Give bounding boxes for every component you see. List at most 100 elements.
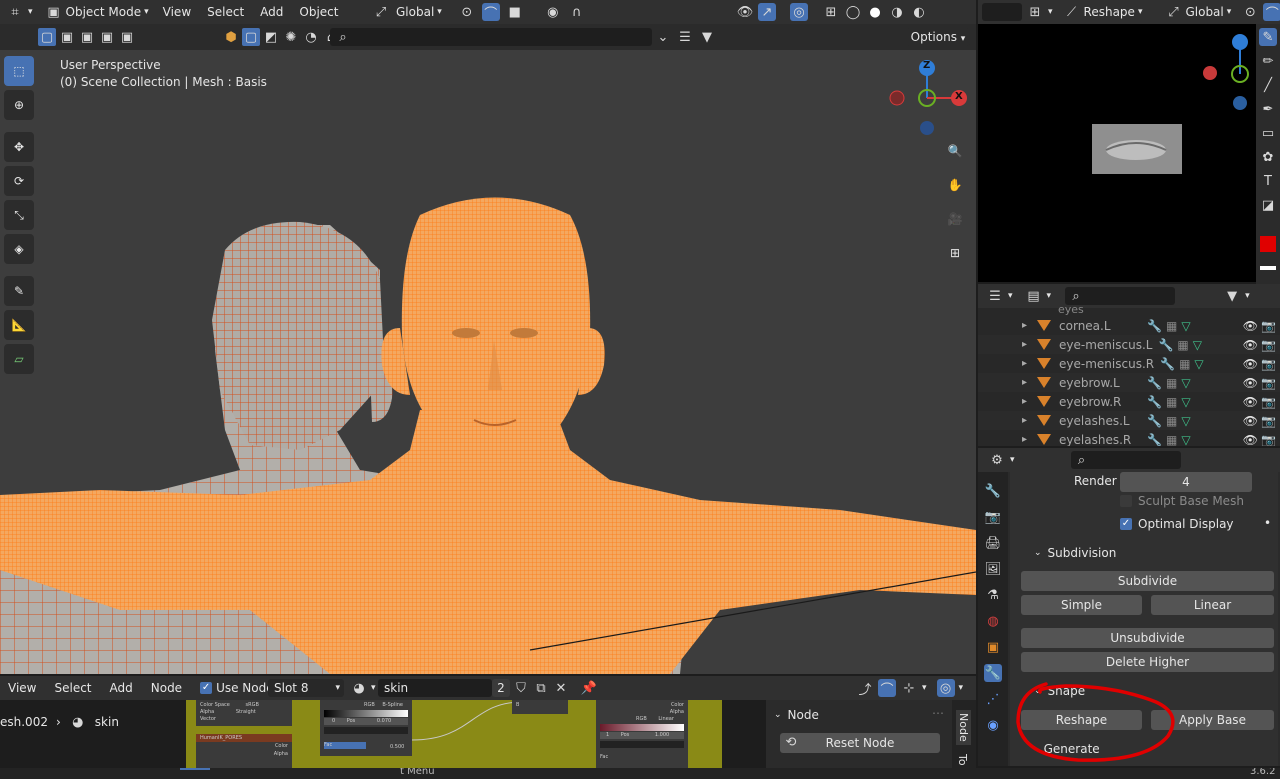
menu-select[interactable]: Select bbox=[207, 5, 244, 19]
pencil-icon[interactable]: ✎ bbox=[1259, 28, 1277, 46]
image-texture-node[interactable]: Color Space sRGB Alpha Straight Vector bbox=[196, 700, 292, 726]
material-browse-icon[interactable]: ◕ bbox=[350, 679, 368, 697]
shading-solid-icon[interactable]: ● bbox=[866, 3, 884, 21]
view-layer-tab-icon[interactable]: 🖼 bbox=[984, 560, 1002, 578]
properties-search-input[interactable]: ⌕ bbox=[1070, 451, 1181, 469]
pen-icon[interactable]: ✒ bbox=[1259, 100, 1277, 118]
node-snap-icon[interactable]: ⌒ bbox=[878, 679, 896, 698]
eye-icon[interactable]: 👁 bbox=[1243, 376, 1258, 390]
pan-hand-icon[interactable]: ✋ bbox=[940, 170, 970, 200]
3d-viewport[interactable]: User Perspective (0) Scene Collection | … bbox=[0, 50, 976, 674]
select-extend-icon[interactable]: ▣ bbox=[58, 28, 76, 46]
select-invert-icon[interactable]: ▣ bbox=[98, 28, 116, 46]
orientation-dropdown[interactable]: Global ▾ bbox=[396, 5, 442, 19]
rotate-icon[interactable]: ⟳ bbox=[4, 166, 34, 196]
visibility-icon[interactable]: 👁 bbox=[736, 3, 754, 21]
eye-icon[interactable]: 👁 bbox=[1243, 414, 1258, 428]
tool-tab-icon[interactable]: 🔧 bbox=[984, 482, 1002, 500]
face-filter-icon[interactable]: ◩ bbox=[262, 28, 280, 46]
node-menu-select[interactable]: Select bbox=[54, 681, 91, 695]
outliner-item[interactable]: ▸ eyelashes.L 🔧 ▦ ▽ 👁 📷 bbox=[978, 411, 1280, 430]
eye-icon[interactable]: 👁 bbox=[1243, 433, 1258, 447]
reshape-dropdown[interactable]: ⟋ Reshape ▾ bbox=[1063, 3, 1143, 21]
proportional-icon[interactable]: ◉ bbox=[544, 3, 562, 21]
breadcrumb-mesh[interactable]: esh.002 bbox=[0, 715, 48, 729]
chevron-right-icon[interactable]: ▸ bbox=[1022, 415, 1027, 426]
render-tab-icon[interactable]: 📷 bbox=[984, 508, 1002, 526]
scale-icon[interactable]: ⤡ bbox=[4, 200, 34, 230]
grid-toggle-icon[interactable]: ⊞ bbox=[1026, 3, 1044, 21]
mesh-filter-icon[interactable]: ▢ bbox=[242, 28, 260, 46]
select-box-icon[interactable]: ⬚ bbox=[4, 56, 34, 86]
breadcrumb-material[interactable]: skin bbox=[95, 715, 119, 729]
select-intersect-icon[interactable]: ▣ bbox=[118, 28, 136, 46]
math-node[interactable]: B bbox=[512, 700, 568, 714]
snap-icon[interactable]: ⌒ bbox=[1263, 3, 1280, 22]
outliner-item[interactable]: ▸ eyebrow.L 🔧 ▦ ▽ 👁 📷 bbox=[978, 373, 1280, 392]
color-swatch-red[interactable] bbox=[1260, 236, 1276, 252]
snap-target-icon[interactable]: ■ bbox=[506, 3, 524, 21]
blob-icon[interactable]: ✿ bbox=[1259, 148, 1277, 166]
chevron-right-icon[interactable]: ▸ bbox=[1022, 377, 1027, 388]
display-mode-icon[interactable]: ▤ bbox=[1025, 287, 1043, 305]
eye-icon[interactable]: 👁 bbox=[1243, 338, 1258, 352]
filter-icon[interactable]: ▼ bbox=[698, 28, 716, 46]
viewport-search-input[interactable]: ⌕ bbox=[330, 28, 652, 46]
outliner-type-icon[interactable]: ☰ bbox=[986, 287, 1004, 305]
falloff-icon[interactable]: ∩ bbox=[568, 3, 586, 21]
eye-icon[interactable]: 👁 bbox=[1243, 395, 1258, 409]
snap-icon[interactable]: ⌒ bbox=[481, 3, 500, 22]
gizmo-toggle-icon[interactable]: ↗ bbox=[758, 3, 776, 21]
menu-object[interactable]: Object bbox=[299, 5, 338, 19]
chevron-down-icon[interactable]: ⌄ bbox=[774, 710, 782, 720]
text-icon[interactable]: T bbox=[1259, 172, 1277, 190]
sort-icon[interactable]: ⌄ bbox=[654, 28, 672, 46]
select-new-icon[interactable]: ▢ bbox=[38, 28, 56, 46]
options-button[interactable]: Options ▾ bbox=[906, 28, 970, 46]
eye-icon[interactable]: 👁 bbox=[1243, 357, 1258, 371]
right-header-blank-field[interactable] bbox=[982, 3, 1022, 21]
node-menu-add[interactable]: Add bbox=[110, 681, 133, 695]
color-swatch-white[interactable] bbox=[1260, 266, 1276, 270]
node-canvas[interactable]: esh.002 › ◕ skin Color Space sRGB Alpha … bbox=[0, 700, 976, 768]
output-tab-icon[interactable]: 🖨 bbox=[984, 534, 1002, 552]
duplicate-icon[interactable]: ⧉ bbox=[532, 679, 550, 697]
grid-icon[interactable]: ⊞ bbox=[940, 238, 970, 268]
properties-type-icon[interactable]: ⚙ bbox=[988, 451, 1006, 469]
menu-view[interactable]: View bbox=[163, 5, 191, 19]
node-menu-view[interactable]: View bbox=[8, 681, 36, 695]
filter-icon[interactable]: ▼ bbox=[1223, 287, 1241, 305]
node-overlay-icon[interactable]: ◎ bbox=[936, 679, 955, 697]
color-ramp-node-2[interactable]: Color Alpha RGB Linear 1 Pos 1.000 Fac bbox=[596, 700, 688, 768]
annotate-icon[interactable]: ✎ bbox=[4, 276, 34, 306]
camera-preview[interactable] bbox=[978, 24, 1256, 282]
node-snap-target-icon[interactable]: ⊹ bbox=[900, 679, 918, 697]
material-filter-icon[interactable]: ◔ bbox=[302, 28, 320, 46]
use-nodes-checkbox[interactable]: ✓ bbox=[200, 682, 213, 694]
select-subtract-icon[interactable]: ▣ bbox=[78, 28, 96, 46]
shading-wire-icon[interactable]: ◯ bbox=[844, 3, 862, 21]
linear-button[interactable]: Linear bbox=[1151, 595, 1274, 615]
cursor-icon[interactable]: ⊕ bbox=[4, 90, 34, 120]
chevron-right-icon[interactable]: ▸ bbox=[1022, 434, 1027, 445]
chevron-right-icon[interactable]: ▸ bbox=[1022, 358, 1027, 369]
eye-icon[interactable]: 👁 bbox=[1243, 319, 1258, 333]
pores-texture-node[interactable]: HumanIK_PORES Color Alpha bbox=[196, 734, 292, 768]
pivot-icon[interactable]: ⊙ bbox=[458, 3, 476, 21]
node-menu-node[interactable]: Node bbox=[151, 681, 182, 695]
fake-user-icon[interactable]: ⛉ bbox=[512, 679, 530, 697]
eraser-icon[interactable]: ◪ bbox=[1259, 196, 1277, 214]
camera-icon[interactable]: 📷 bbox=[1261, 319, 1276, 333]
camera-icon[interactable]: 📷 bbox=[1261, 395, 1276, 409]
pivot-icon[interactable]: ⊙ bbox=[1241, 3, 1259, 21]
menu-add[interactable]: Add bbox=[260, 5, 283, 19]
outliner-item[interactable]: ▸ eye-meniscus.R 🔧 ▦ ▽ 👁 📷 bbox=[978, 354, 1280, 373]
parent-node-icon[interactable]: ⤴ bbox=[856, 679, 874, 698]
world-tab-icon[interactable]: ◍ bbox=[984, 612, 1002, 630]
chevron-down-icon[interactable]: ⌄ bbox=[1034, 548, 1042, 558]
optimal-display-checkbox[interactable]: ✓ bbox=[1120, 518, 1132, 530]
reset-node-button[interactable]: ⟲ Reset Node bbox=[780, 733, 940, 753]
sidebar-tab-tool[interactable]: To bbox=[956, 754, 969, 766]
draw-icon[interactable]: ✏ bbox=[1259, 52, 1277, 70]
xray-icon[interactable]: ⊞ bbox=[822, 3, 840, 21]
